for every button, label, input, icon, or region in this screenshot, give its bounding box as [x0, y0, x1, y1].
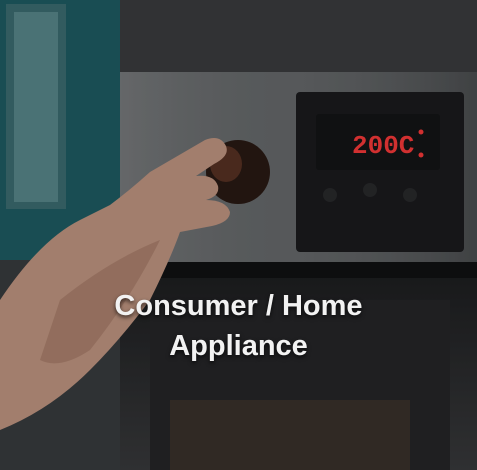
photo-darken-overlay — [0, 0, 477, 470]
caption-line-1: Consumer / Home — [114, 290, 363, 322]
caption-line-2: Appliance — [169, 330, 308, 362]
category-caption: Consumer / Home Appliance — [0, 286, 477, 366]
category-tile-consumer-home-appliance[interactable]: 200C Consumer / Home Appliance — [0, 0, 477, 470]
